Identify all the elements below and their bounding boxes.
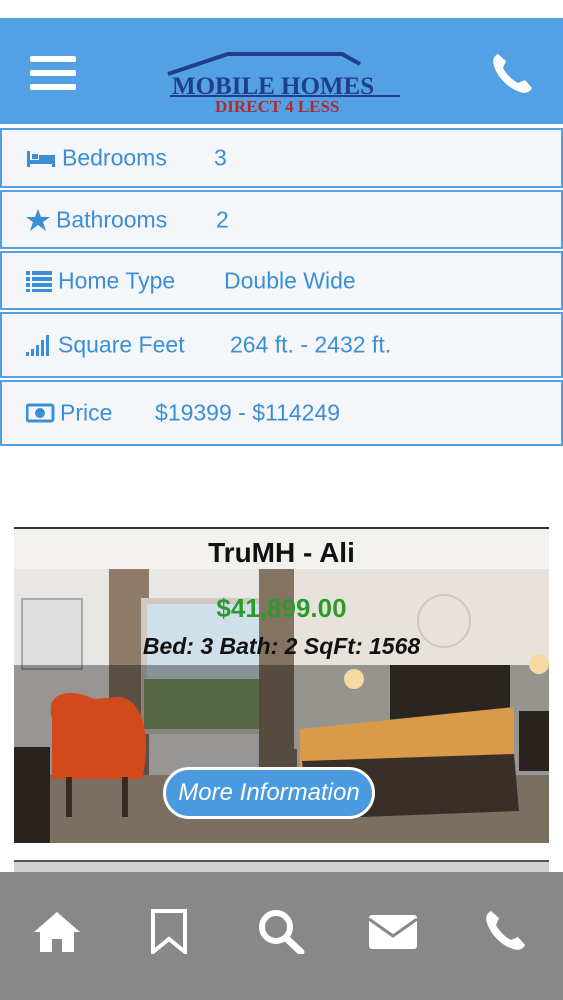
spec-row-square-feet: Square Feet 264 ft. - 2432 ft. (0, 312, 563, 378)
spec-row-bathrooms: Bathrooms 2 (0, 190, 563, 249)
spec-label: Bathrooms (56, 206, 168, 232)
phone-icon[interactable] (488, 50, 536, 98)
spec-value: 264 ft. - 2432 ft. (230, 331, 392, 358)
logo[interactable]: MOBILE HOMES DIRECT 4 LESS (160, 34, 405, 112)
more-information-button[interactable]: More Information (163, 767, 375, 819)
listing-card[interactable]: TruMH - Ali $41,899.00 Bed: 3 Bath: 2 Sq… (14, 527, 549, 843)
spec-row-bedrooms: Bedrooms 3 (0, 128, 563, 188)
listing-title: TruMH - Ali (208, 537, 355, 568)
home-icon[interactable] (32, 908, 82, 954)
bed-icon (27, 151, 55, 167)
listing-price: $41,899.00 (216, 593, 347, 623)
logo-line1: MOBILE HOMES (172, 73, 374, 100)
spec-label: Square Feet (58, 331, 185, 358)
status-bar (0, 0, 563, 18)
spec-row-price: Price $19399 - $114249 (0, 380, 563, 446)
phone-icon[interactable] (482, 908, 532, 954)
spec-value: 2 (216, 206, 229, 232)
spec-row-home-type: Home Type Double Wide (0, 251, 563, 310)
mail-icon[interactable] (368, 908, 418, 954)
signal-bars-icon (26, 335, 49, 356)
listing-stats: Bed: 3 Bath: 2 SqFt: 1568 (142, 633, 421, 659)
spec-label: Bedrooms (62, 144, 167, 171)
bookmark-icon[interactable] (144, 908, 194, 954)
list-icon (26, 270, 52, 292)
search-icon[interactable] (256, 908, 306, 954)
app-header: MOBILE HOMES DIRECT 4 LESS (0, 18, 563, 124)
money-icon (26, 403, 55, 423)
spec-value: Double Wide (224, 267, 356, 293)
spec-label: Home Type (58, 267, 176, 293)
spec-label: Price (60, 399, 113, 426)
star-icon (26, 208, 50, 231)
bottom-nav (0, 872, 563, 1000)
logo-line2: DIRECT 4 LESS (215, 97, 339, 112)
spec-value: $19399 - $114249 (155, 399, 341, 426)
spec-value: 3 (214, 144, 227, 171)
specs-table: Bedrooms 3 Bathrooms 2 Home Type Double … (0, 128, 563, 448)
hamburger-menu-icon[interactable] (30, 56, 76, 94)
